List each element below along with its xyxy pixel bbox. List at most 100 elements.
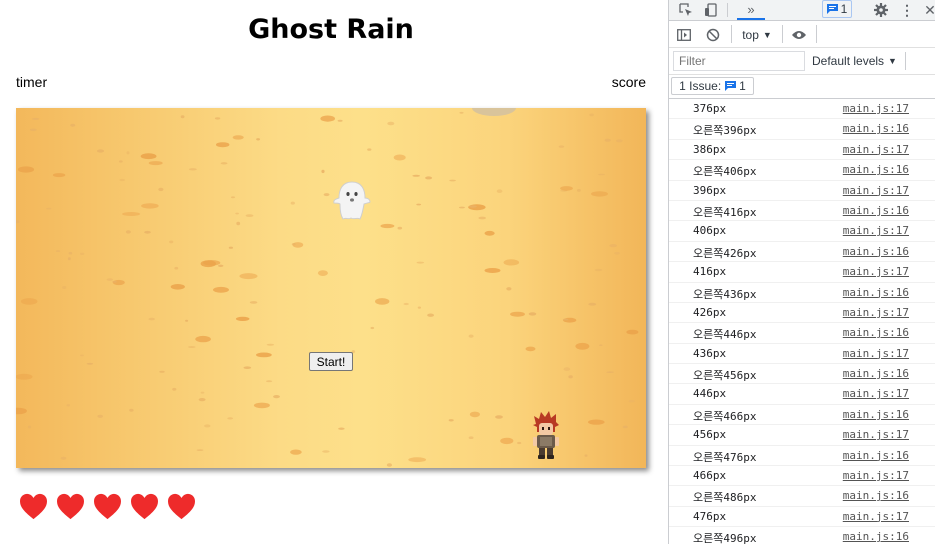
- log-source-link[interactable]: main.js:16: [843, 530, 909, 543]
- log-source-link[interactable]: main.js:17: [843, 102, 909, 115]
- sand-speckle: [200, 391, 205, 394]
- sand-speckle: [606, 371, 614, 374]
- sand-speckle: [614, 251, 620, 255]
- sand-speckle: [29, 128, 37, 132]
- sidebar-toggle-icon[interactable]: [676, 25, 692, 45]
- sand-speckle: [468, 436, 474, 440]
- more-tabs-icon[interactable]: »: [737, 0, 765, 20]
- log-source-link[interactable]: main.js:17: [843, 143, 909, 156]
- sand-speckle: [266, 343, 275, 346]
- log-source-link[interactable]: main.js:16: [843, 122, 909, 135]
- context-selector[interactable]: top ▼: [739, 25, 775, 45]
- issue-message-icon: [725, 81, 737, 91]
- log-source-link[interactable]: main.js:16: [843, 286, 909, 299]
- sand-speckle: [249, 301, 258, 304]
- log-source-link[interactable]: main.js:16: [843, 489, 909, 502]
- sand-speckle: [380, 223, 395, 229]
- sand-speckle: [17, 166, 35, 173]
- log-source-link[interactable]: main.js:17: [843, 347, 909, 360]
- sand-speckle: [213, 286, 229, 293]
- sand-speckle: [458, 206, 465, 209]
- heart-icon: [168, 493, 195, 520]
- log-source-link[interactable]: main.js:16: [843, 163, 909, 176]
- settings-gear-icon[interactable]: [872, 0, 890, 20]
- sand-speckle: [148, 317, 155, 321]
- log-message: 476px: [693, 509, 727, 523]
- sand-speckle: [180, 115, 185, 119]
- kebab-menu-icon[interactable]: ⋮: [900, 0, 914, 20]
- game-page: Ghost Rain timer score Start!: [0, 0, 668, 544]
- sand-speckle: [118, 160, 123, 163]
- sand-speckle: [203, 260, 221, 266]
- sand-speckle: [517, 441, 522, 445]
- live-expression-eye-icon[interactable]: [790, 25, 808, 45]
- log-source-link[interactable]: main.js:17: [843, 428, 909, 441]
- sand-speckle: [506, 287, 512, 291]
- log-source-link[interactable]: main.js:17: [843, 306, 909, 319]
- sand-speckle: [141, 203, 159, 209]
- sand-speckle: [188, 168, 197, 171]
- sand-speckle: [459, 111, 464, 114]
- clear-console-icon[interactable]: [705, 25, 721, 45]
- console-log-row: 406px main.js:17: [669, 221, 935, 242]
- log-message: 376px: [693, 102, 727, 115]
- sand-speckle: [196, 449, 204, 451]
- sand-speckle: [218, 264, 224, 267]
- console-log-row: 오른쪽476px main.js:16: [669, 446, 935, 467]
- sand-speckle: [386, 463, 392, 467]
- log-source-link[interactable]: main.js:17: [843, 387, 909, 400]
- console-log-row: 오른쪽436px main.js:16: [669, 283, 935, 303]
- sand-speckle: [169, 240, 174, 244]
- log-source-link[interactable]: main.js:17: [843, 265, 909, 278]
- start-button[interactable]: Start!: [309, 352, 353, 371]
- inspect-element-icon[interactable]: [677, 0, 695, 20]
- sand-rock: [472, 108, 516, 116]
- log-source-link[interactable]: main.js:16: [843, 326, 909, 339]
- sand-speckle: [510, 311, 525, 317]
- log-source-link[interactable]: main.js:16: [843, 449, 909, 462]
- sand-speckle: [575, 342, 590, 350]
- log-source-link[interactable]: main.js:17: [843, 510, 909, 523]
- timer-label: timer: [16, 74, 48, 90]
- close-icon[interactable]: ✕: [924, 0, 935, 20]
- sand-speckle: [97, 414, 103, 418]
- log-levels-dropdown[interactable]: Default levels ▼: [812, 51, 907, 71]
- log-source-link[interactable]: main.js:16: [843, 367, 909, 380]
- log-source-link[interactable]: main.js:16: [843, 245, 909, 258]
- sand-speckle: [188, 346, 196, 348]
- devtools-toolbar: » 1 ⋮ ✕: [669, 0, 935, 21]
- sand-speckle: [588, 302, 597, 306]
- sand-speckle: [609, 244, 618, 248]
- sand-speckle: [80, 252, 85, 255]
- sand-speckle: [322, 450, 330, 453]
- sand-speckle: [321, 169, 325, 174]
- sand-speckle: [317, 270, 328, 276]
- messages-badge[interactable]: 1: [822, 0, 852, 18]
- sand-speckle: [129, 408, 134, 412]
- sand-speckle: [68, 251, 73, 255]
- sand-speckle: [594, 268, 603, 272]
- sand-speckle: [216, 142, 230, 148]
- filter-toolbar: Default levels▼: [669, 48, 935, 75]
- issues-button[interactable]: 1 Issue: 1: [671, 77, 754, 95]
- sand-speckle: [96, 149, 105, 153]
- sand-speckle: [125, 230, 131, 234]
- sand-speckle: [239, 273, 258, 280]
- lives-hearts: [19, 493, 196, 520]
- chevron-down-icon: ▼: [762, 30, 772, 40]
- game-stage[interactable]: Start!: [16, 108, 646, 468]
- filter-input[interactable]: [673, 51, 805, 71]
- sand-speckle: [562, 318, 569, 321]
- log-source-link[interactable]: main.js:17: [843, 224, 909, 237]
- log-source-link[interactable]: main.js:17: [843, 184, 909, 197]
- sand-speckle: [337, 119, 343, 122]
- log-source-link[interactable]: main.js:16: [843, 204, 909, 217]
- sand-speckle: [253, 402, 270, 409]
- sand-speckle: [126, 151, 130, 155]
- sand-speckle: [185, 319, 189, 322]
- log-source-link[interactable]: main.js:16: [843, 408, 909, 421]
- device-toggle-icon[interactable]: [703, 0, 719, 20]
- log-source-link[interactable]: main.js:17: [843, 469, 909, 482]
- heart-icon: [94, 493, 121, 520]
- console-divider-2: [782, 25, 783, 43]
